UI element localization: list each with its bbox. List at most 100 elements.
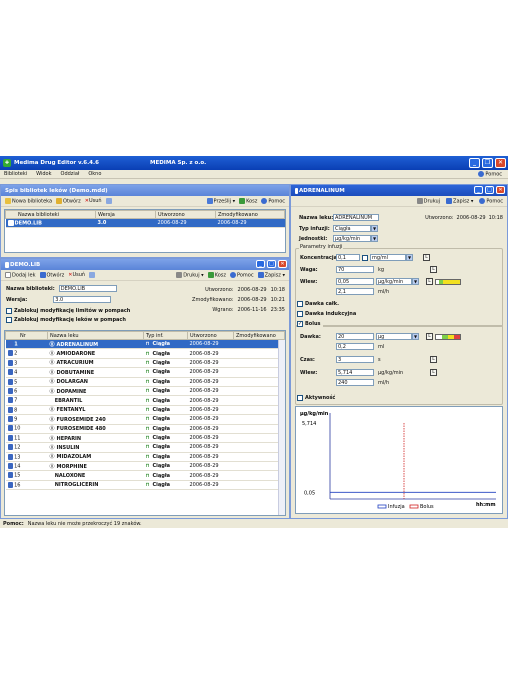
time-field[interactable]: 3 xyxy=(336,356,374,363)
dose-unit-select[interactable]: µg xyxy=(376,333,412,340)
drug-name-field[interactable]: ADRENALINUM xyxy=(333,214,379,221)
demo-help-button[interactable]: Pomoc xyxy=(230,271,254,278)
drug-row[interactable]: 7 EBRANTIL ⊓ Ciągła 2006-08-29 xyxy=(5,395,285,406)
drug-row[interactable]: 4 ⓪ DOBUTAMINE ⊓ Ciągła 2006-08-29 xyxy=(5,367,285,378)
print-button[interactable]: Drukuj ▾ xyxy=(176,271,204,278)
activity-option[interactable]: Aktywność xyxy=(297,395,335,401)
drug-close-button[interactable]: ✕ xyxy=(496,186,505,194)
close-button[interactable]: ✕ xyxy=(495,158,506,168)
drug-row[interactable]: 8 ⓪ FENTANYL ⊓ Ciągła 2006-08-29 xyxy=(5,405,285,416)
drug-maximize-button[interactable]: □ xyxy=(485,186,494,194)
concentration-unit-select[interactable]: mg/ml xyxy=(370,254,406,261)
col-library-name[interactable]: Nazwa biblioteki xyxy=(5,210,96,219)
menu-oddzial[interactable]: Oddział xyxy=(61,171,80,177)
demo-save-button[interactable]: Zapisz ▾ xyxy=(257,271,285,278)
drug-row[interactable]: 2 ⓪ AMIODARONE ⊓ Ciągła 2006-08-29 xyxy=(5,348,285,359)
drug-row[interactable]: 5 ⓪ DOLARGAN ⊓ Ciągła 2006-08-29 xyxy=(5,377,285,387)
library-name-field[interactable]: DEMO.LIB xyxy=(58,285,117,292)
concentration-checkbox[interactable] xyxy=(362,254,368,261)
induction-dose-option[interactable]: Dawka indukcyjna xyxy=(297,311,356,317)
bolus-flow-limit-button[interactable]: L xyxy=(430,369,437,376)
drug-minimize-button[interactable]: _ xyxy=(474,186,483,194)
col-drug-modified[interactable]: Zmodyfikowano xyxy=(233,331,285,340)
dose-ml-field[interactable]: 0,2 xyxy=(336,343,374,350)
concentration-unit-dropdown-icon[interactable]: ▼ xyxy=(406,254,413,261)
lock-drugs-checkbox[interactable] xyxy=(6,317,12,323)
drug-row[interactable]: 6 ⓪ DOPAMINE ⊓ Ciągła 2006-08-29 xyxy=(5,386,285,397)
demo-minimize-button[interactable]: _ xyxy=(256,260,265,268)
drug-row[interactable]: 13 ⓪ MIDAZOLAM ⊓ Ciągła 2006-08-29 xyxy=(5,452,285,463)
infusion-type-dropdown-icon[interactable]: ▼ xyxy=(371,225,378,232)
drug-print-button[interactable]: Drukuj xyxy=(416,197,440,204)
library-row[interactable]: DEMO.LIB 3.0 2006-08-29 2006-08-29 xyxy=(5,218,285,229)
bolus-flow-ml-field[interactable]: 240 xyxy=(336,379,374,386)
flow-limit-button[interactable]: L xyxy=(426,278,433,285)
col-drug-name[interactable]: Nazwa leku xyxy=(47,331,144,340)
drug-row[interactable]: 16 NITROGLICERIN ⊓ Ciągła 2006-08-29 xyxy=(5,480,285,491)
bolus-flow-field[interactable]: 5,714 xyxy=(336,369,374,376)
col-nr[interactable]: Nr xyxy=(5,331,48,340)
weight-limit-button[interactable]: L xyxy=(430,266,437,273)
activity-checkbox[interactable] xyxy=(297,395,303,401)
dose-field[interactable]: 20 xyxy=(336,333,374,340)
drug-row[interactable]: 9 ⓪ FUROSEMIDE 240 ⊓ Ciągła 2006-08-29 xyxy=(5,414,285,425)
drug-save-button[interactable]: Zapisz ▾ xyxy=(446,197,473,204)
add-drug-button[interactable]: Dodaj lek xyxy=(5,271,36,278)
col-infusion-type[interactable]: Typ inf. xyxy=(143,331,188,340)
version-field[interactable]: 3.0 xyxy=(53,296,112,303)
copy-library-button[interactable] xyxy=(105,197,113,205)
col-created[interactable]: Utworzono xyxy=(155,210,216,219)
col-modified[interactable]: Zmodyfikowano xyxy=(215,210,285,219)
drug-row[interactable]: 10 ⓪ FUROSEMIDE 480 ⊓ Ciągła 2006-08-29 xyxy=(5,424,285,434)
lock-limits-option[interactable]: Zablokuj modyfikację limitów w pompach xyxy=(6,308,130,314)
bolus-option[interactable]: ✓ Bolus xyxy=(297,321,323,327)
units-select[interactable]: µg/kg/min xyxy=(333,235,371,242)
open-drug-button[interactable]: Otwórz xyxy=(39,271,64,278)
copy-drug-button[interactable] xyxy=(89,271,96,279)
drug-row[interactable]: 1 ⓪ ADRENALINUM ⊓ Ciągła 2006-08-29 xyxy=(5,339,285,350)
concentration-limit-button[interactable]: L xyxy=(423,254,430,261)
delete-drug-button[interactable]: ✕Usuń xyxy=(68,272,85,278)
weight-field[interactable]: 70 xyxy=(336,266,374,273)
col-version[interactable]: Wersja xyxy=(95,210,156,219)
menu-widok[interactable]: Widok xyxy=(36,171,51,177)
drug-row[interactable]: 14 ⓪ MORPHINE ⊓ Ciągła 2006-08-29 xyxy=(5,461,285,472)
flow-field[interactable]: 0,05 xyxy=(336,278,374,285)
restore-button[interactable]: ❐ xyxy=(482,158,493,168)
delete-library-button[interactable]: ✕Usuń xyxy=(85,198,102,204)
concentration-field[interactable]: 0,1 xyxy=(336,254,360,261)
menu-okno[interactable]: Okno xyxy=(88,171,101,177)
units-dropdown-icon[interactable]: ▼ xyxy=(371,235,378,242)
drug-row[interactable]: 3 ⓪ ATRACURIUM ⊓ Ciągła 2006-08-29 xyxy=(5,358,285,369)
menu-biblioteki[interactable]: Biblioteki xyxy=(4,171,27,177)
drug-row[interactable]: 11 ⓪ HEPARIN ⊓ Ciągła 2006-08-29 xyxy=(5,433,285,444)
induction-dose-checkbox[interactable] xyxy=(297,311,303,317)
total-dose-checkbox[interactable] xyxy=(297,301,303,307)
demo-close-button[interactable]: ✕ xyxy=(278,260,287,268)
lock-drugs-option[interactable]: Zablokuj modyfikację leków w pompach xyxy=(6,317,126,323)
lock-limits-checkbox[interactable] xyxy=(6,308,12,314)
demo-maximize-button[interactable]: □ xyxy=(267,260,276,268)
col-drug-created[interactable]: Utworzono xyxy=(187,331,234,340)
new-library-button[interactable]: Nowa biblioteka xyxy=(5,197,52,204)
library-help-button[interactable]: Pomoc xyxy=(261,197,285,204)
dose-limit-button[interactable]: L xyxy=(426,333,433,340)
drug-row[interactable]: 12 ⓪ INSULIN ⊓ Ciągła 2006-08-29 xyxy=(5,442,285,453)
send-button[interactable]: Prześlij ▾ xyxy=(206,197,235,204)
drug-table-scrollbar[interactable] xyxy=(278,340,285,515)
dose-unit-dropdown-icon[interactable]: ▼ xyxy=(412,333,419,340)
flow-ml-field[interactable]: 2,1 xyxy=(336,288,374,295)
total-dose-option[interactable]: Dawka całk. xyxy=(297,301,339,307)
bolus-checkbox[interactable]: ✓ xyxy=(297,321,303,327)
flow-unit-select[interactable]: µg/kg/min xyxy=(376,278,412,285)
demo-trash-button[interactable]: Kosz xyxy=(207,271,226,278)
open-library-button[interactable]: Otwórz xyxy=(56,197,81,204)
drug-row[interactable]: 15 NALOXONE ⊓ Ciągła 2006-08-29 xyxy=(5,470,285,481)
flow-unit-dropdown-icon[interactable]: ▼ xyxy=(412,278,419,285)
infusion-type-select[interactable]: Ciągła xyxy=(333,225,371,232)
drug-help-button[interactable]: Pomoc xyxy=(479,197,503,204)
minimize-button[interactable]: _ xyxy=(469,158,480,168)
time-limit-button[interactable]: L xyxy=(430,356,437,363)
menu-help[interactable]: Pomoc xyxy=(478,170,502,177)
trash-button[interactable]: Kosz xyxy=(239,197,257,204)
